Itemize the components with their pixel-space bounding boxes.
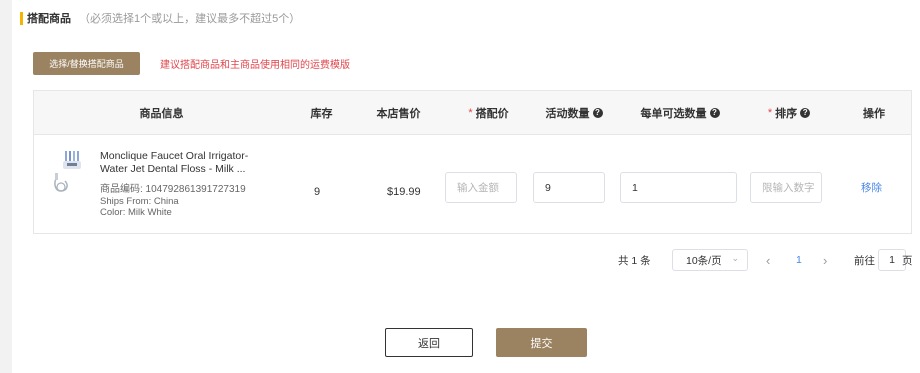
next-page-button[interactable]: › [823, 249, 827, 271]
required-mark: * [468, 107, 473, 119]
header-action-label: 操作 [863, 108, 885, 120]
bundle-price-input[interactable]: 输入金额 [445, 172, 517, 203]
prev-page-button[interactable]: ‹ [766, 249, 770, 271]
header-activity-qty-label: 活动数量 [545, 108, 590, 120]
main-panel: 搭配商品 （必须选择1个或以上，建议最多不超过5个） 选择/替换搭配商品 建议搭… [12, 0, 920, 373]
section-hint: （必须选择1个或以上，建议最多不超过5个） [79, 13, 301, 25]
product-name-line1: Monclique Faucet Oral Irrigator- [100, 150, 249, 162]
product-name[interactable]: Monclique Faucet Oral Irrigator- Water J… [100, 150, 270, 176]
goto-label: 前往 [854, 254, 875, 267]
pagination-total: 共 1 条 [618, 254, 651, 267]
submit-button[interactable]: 提交 [496, 328, 587, 357]
section-marker [20, 11, 23, 25]
header-activity-qty: 活动数量? [530, 91, 618, 135]
bundle-products-table: 商品信息 库存 本店售价 * 搭配价 活动数量? 每单可选数量? * 排序? 操作 [33, 90, 912, 234]
select-products-button[interactable]: 选择/替换搭配商品 [33, 52, 140, 75]
product-color: Color: Milk White [100, 207, 172, 218]
product-meta: 商品编码: 104792861391727319 Ships From: Chi… [100, 183, 246, 218]
shipping-warning: 建议搭配商品和主商品使用相同的运费模版 [160, 60, 350, 71]
question-circle-icon[interactable]: ? [592, 108, 603, 118]
product-thumbnail [54, 151, 81, 192]
section-title: 搭配商品 [27, 13, 71, 25]
header-store-price-label: 本店售价 [376, 108, 421, 120]
header-bundle-price-label: 搭配价 [475, 108, 509, 120]
product-code: 商品编码: 104792861391727319 [100, 184, 246, 195]
section-header: 搭配商品 （必须选择1个或以上，建议最多不超过5个） [20, 11, 300, 25]
required-mark: * [767, 107, 773, 119]
sort-input[interactable]: 限输入数字 [750, 172, 822, 203]
question-circle-icon[interactable]: ? [800, 108, 811, 118]
header-product-info-label: 商品信息 [139, 108, 184, 120]
store-price-value: $19.99 [387, 186, 421, 198]
activity-qty-input[interactable]: 9 [533, 172, 605, 203]
remove-link[interactable]: 移除 [861, 180, 882, 195]
page-size-select[interactable]: 10条/页 ⌄ [672, 249, 748, 271]
product-ships-from: Ships From: China [100, 196, 179, 207]
header-sort: * 排序? [754, 91, 824, 135]
chevron-down-icon: ⌄ [731, 253, 739, 263]
table-header: 商品信息 库存 本店售价 * 搭配价 活动数量? 每单可选数量? * 排序? 操作 [34, 91, 911, 135]
header-sort-label: 排序 [775, 108, 798, 120]
header-action: 操作 [844, 91, 904, 135]
header-bundle-price: * 搭配价 [446, 91, 531, 135]
header-per-order-qty-label: 每单可选数量 [640, 108, 707, 120]
question-circle-icon[interactable]: ? [709, 108, 720, 118]
page-1[interactable]: 1 [796, 249, 802, 271]
header-stock: 库存 [289, 91, 354, 135]
back-button[interactable]: 返回 [385, 328, 473, 357]
header-product-info: 商品信息 [34, 91, 289, 135]
page-size-value: 10条/页 [686, 254, 722, 267]
header-stock-label: 库存 [310, 108, 333, 120]
stock-value: 9 [314, 186, 321, 198]
header-per-order-qty: 每单可选数量? [624, 91, 736, 135]
page-unit: 页 [902, 254, 913, 267]
product-name-line2: Water Jet Dental Floss - Milk ... [100, 163, 246, 175]
per-order-qty-input[interactable]: 1 [620, 172, 737, 203]
header-store-price: 本店售价 [356, 91, 441, 135]
